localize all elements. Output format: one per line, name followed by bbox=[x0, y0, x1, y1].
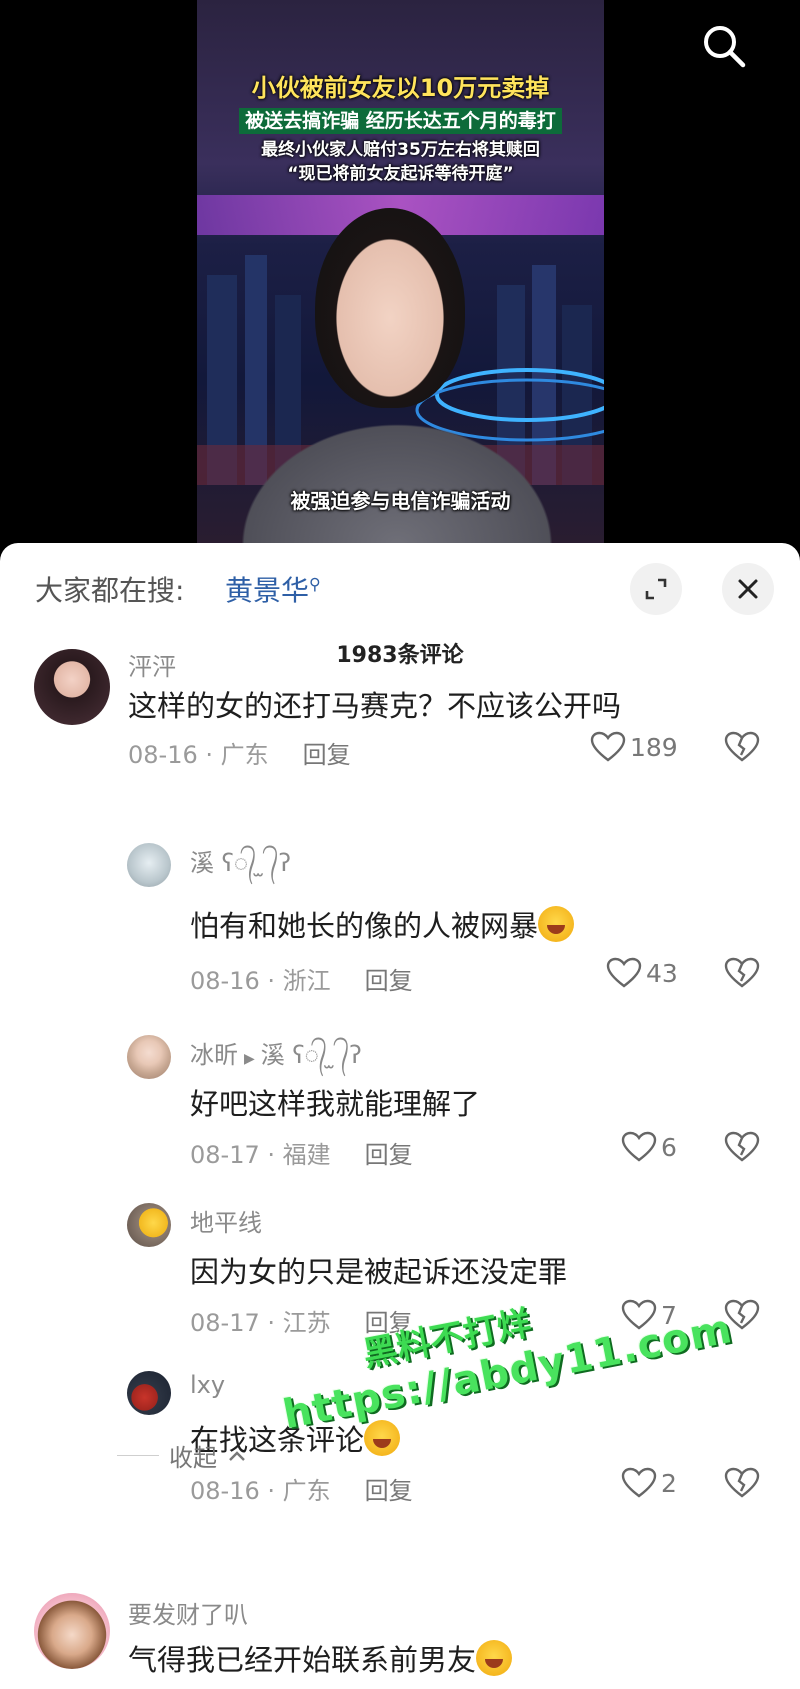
reply-button[interactable]: 回复 bbox=[303, 741, 351, 769]
reply-item: 冰昕 ▶ 溪 ʕ᭄ ̫ ᭄ʔ 好吧这样我就能理解了 08-17 · 福建 回复 6 bbox=[0, 1035, 800, 1169]
comment-item: 泙泙 这样的女的还打马赛克？不应该公开吗 08-16 · 广东 回复 189 bbox=[0, 647, 800, 807]
reply-arrow-icon: ▶ bbox=[244, 1051, 255, 1067]
search-icon bbox=[704, 26, 746, 68]
heart-icon bbox=[621, 1299, 657, 1330]
video-headline-3a: 最终小伙家人赔付35万左右将其赎回 bbox=[261, 140, 540, 160]
heart-icon bbox=[621, 1467, 657, 1498]
comment-meta: 08-16 · 广东 回复 bbox=[190, 1471, 413, 1506]
reply-item: 溪 ʕ᭄ ̫ ᭄ʔ 怕有和她长的像的人被网暴 08-16 · 浙江 回复 43 bbox=[0, 843, 800, 996]
comment-text-content: 气得我已经开始联系前男友 bbox=[128, 1643, 477, 1677]
comment-author[interactable]: 溪 ʕ᭄ ̫ ᭄ʔ bbox=[190, 843, 291, 889]
laughing-crying-emoji bbox=[538, 906, 575, 942]
laughing-crying-emoji bbox=[364, 1420, 401, 1456]
broken-heart-icon[interactable] bbox=[724, 1299, 760, 1331]
close-icon bbox=[738, 579, 758, 599]
reply-button[interactable]: 回复 bbox=[365, 1309, 413, 1337]
comment-meta: 08-17 · 江苏 回复 bbox=[190, 1303, 413, 1338]
broken-heart-icon[interactable] bbox=[724, 1467, 760, 1499]
chevron-up-icon bbox=[229, 1450, 245, 1461]
reply-item: 地平线 因为女的只是被起诉还没定罪 08-17 · 江苏 回复 7 bbox=[0, 1203, 800, 1337]
like-button[interactable]: 7 bbox=[621, 1299, 677, 1331]
news-anchor-body bbox=[217, 405, 577, 545]
comment-item: 要发财了叭 气得我已经开始联系前男友 bbox=[0, 1593, 800, 1689]
avatar[interactable] bbox=[34, 1593, 110, 1669]
like-count: 2 bbox=[661, 1468, 677, 1498]
video-player[interactable]: 小伙被前女友以10万元卖掉 被送去搞诈骗 经历长达五个月的毒打 最终小伙家人赔付… bbox=[0, 0, 800, 545]
comment-date-location: 08-17 · 江苏 bbox=[190, 1309, 331, 1337]
video-frame[interactable]: 小伙被前女友以10万元卖掉 被送去搞诈骗 经历长达五个月的毒打 最终小伙家人赔付… bbox=[197, 0, 604, 545]
heart-icon bbox=[621, 1131, 657, 1162]
comment-text: 因为女的只是被起诉还没定罪 bbox=[190, 1255, 568, 1289]
comment-text: 怕有和她长的像的人被网暴 bbox=[190, 903, 575, 945]
comment-sheet: 大家都在搜: 黄景华⚲ 1983条评论 泙泙 这样的女的还打马赛克？不应该公开吗… bbox=[0, 543, 800, 1689]
avatar[interactable] bbox=[34, 649, 110, 725]
video-headline-1: 小伙被前女友以10万元卖掉 bbox=[251, 74, 550, 102]
broken-heart-icon[interactable] bbox=[724, 1131, 760, 1163]
comment-author[interactable]: 要发财了叭 bbox=[128, 1595, 248, 1630]
comment-text-content: 怕有和她长的像的人被网暴 bbox=[190, 909, 539, 943]
comment-text: 好吧这样我就能理解了 bbox=[190, 1087, 481, 1121]
divider bbox=[117, 1455, 159, 1456]
avatar[interactable] bbox=[127, 1371, 171, 1415]
reply-to-author: 溪 ʕ᭄ ̫ ᭄ʔ bbox=[260, 1041, 362, 1069]
reply-item: lxy 在找这条评论 08-16 · 广东 回复 2 bbox=[0, 1371, 800, 1505]
comment-author[interactable]: 泙泙 bbox=[128, 647, 176, 682]
comment-author[interactable]: 地平线 bbox=[190, 1203, 262, 1238]
collapse-label: 收起 bbox=[169, 1444, 217, 1472]
author-name: 冰昕 bbox=[190, 1041, 238, 1069]
comment-date-location: 08-16 · 广东 bbox=[190, 1477, 331, 1505]
like-count: 7 bbox=[661, 1300, 677, 1330]
like-button[interactable]: 189 bbox=[590, 731, 678, 763]
comment-date-location: 08-16 · 广东 bbox=[128, 741, 269, 769]
like-button[interactable]: 43 bbox=[606, 957, 678, 989]
comment-text: 气得我已经开始联系前男友 bbox=[128, 1637, 513, 1679]
close-button[interactable] bbox=[722, 563, 774, 615]
trending-search-term-text: 黄景华 bbox=[225, 574, 310, 607]
like-count: 6 bbox=[661, 1132, 677, 1162]
like-button[interactable]: 2 bbox=[621, 1467, 677, 1499]
like-button[interactable]: 6 bbox=[621, 1131, 677, 1163]
expand-button[interactable] bbox=[630, 563, 682, 615]
avatar[interactable] bbox=[127, 843, 171, 887]
heart-icon bbox=[590, 731, 626, 762]
comment-date-location: 08-16 · 浙江 bbox=[190, 967, 331, 995]
comment-date-location: 08-17 · 福建 bbox=[190, 1141, 331, 1169]
reply-button[interactable]: 回复 bbox=[365, 1141, 413, 1169]
comment-author[interactable]: lxy bbox=[190, 1371, 225, 1399]
video-headline-2: 被送去搞诈骗 经历长达五个月的毒打 bbox=[197, 106, 604, 134]
comment-text: 这样的女的还打马赛克？不应该公开吗 bbox=[128, 689, 622, 723]
search-small-icon: ⚲ bbox=[309, 574, 321, 594]
like-count: 189 bbox=[630, 732, 678, 762]
avatar[interactable] bbox=[127, 1035, 171, 1079]
comment-author[interactable]: 冰昕 ▶ 溪 ʕ᭄ ̫ ᭄ʔ bbox=[190, 1035, 362, 1081]
comment-meta: 08-16 · 浙江 回复 bbox=[190, 961, 413, 996]
video-subtitle: 被强迫参与电信诈骗活动 bbox=[290, 489, 511, 513]
reply-button[interactable]: 回复 bbox=[365, 967, 413, 995]
video-headline-3b: “现已将前女友起诉等待开庭” bbox=[287, 164, 514, 184]
comment-meta: 08-17 · 福建 回复 bbox=[190, 1135, 413, 1170]
search-button[interactable] bbox=[700, 22, 748, 70]
collapse-replies-button[interactable]: 收起 bbox=[117, 1438, 247, 1473]
sheet-header: 大家都在搜: 黄景华⚲ 1983条评论 bbox=[0, 543, 800, 668]
video-headline-2-text: 被送去搞诈骗 经历长达五个月的毒打 bbox=[239, 108, 562, 134]
news-anchor bbox=[315, 208, 465, 408]
laughing-crying-emoji bbox=[476, 1640, 513, 1676]
like-count: 43 bbox=[646, 958, 678, 988]
avatar[interactable] bbox=[127, 1203, 171, 1247]
video-headline-3: 最终小伙家人赔付35万左右将其赎回 “现已将前女友起诉等待开庭” bbox=[197, 138, 604, 186]
reply-button[interactable]: 回复 bbox=[365, 1477, 413, 1505]
broken-heart-icon[interactable] bbox=[724, 957, 760, 989]
comment-meta: 08-16 · 广东 回复 bbox=[128, 735, 351, 770]
heart-icon bbox=[606, 957, 642, 988]
trending-search-term[interactable]: 黄景华⚲ bbox=[225, 569, 321, 609]
expand-icon bbox=[645, 578, 667, 600]
broken-heart-icon[interactable] bbox=[724, 731, 760, 763]
trending-search-label: 大家都在搜: bbox=[35, 574, 185, 607]
